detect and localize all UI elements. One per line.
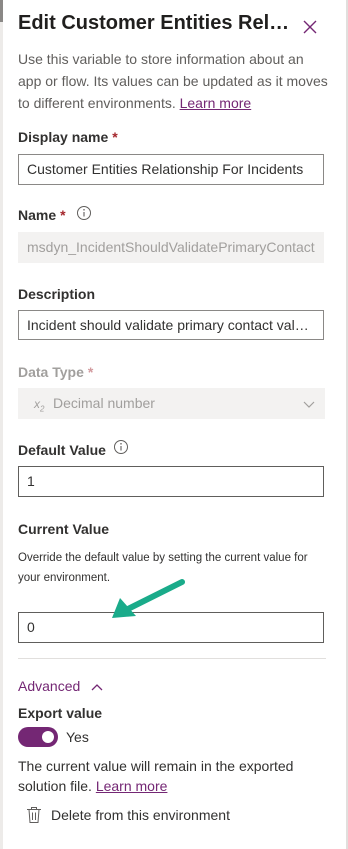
delete-label: Delete from this environment bbox=[51, 807, 230, 823]
advanced-label: Advanced bbox=[18, 678, 81, 694]
decimal-type-icon: x2 bbox=[34, 397, 44, 413]
current-value-label: Current Value bbox=[18, 521, 110, 537]
toggle-knob bbox=[42, 731, 54, 743]
info-icon[interactable] bbox=[76, 205, 92, 221]
chevron-down-icon bbox=[303, 401, 315, 408]
description-text: Use this variable to store information a… bbox=[18, 51, 328, 111]
annotation-arrow bbox=[112, 579, 185, 618]
data-type-label-text: Data Type bbox=[18, 364, 84, 380]
advanced-toggle[interactable]: Advanced bbox=[18, 678, 104, 694]
export-value-label: Export value bbox=[18, 705, 103, 721]
background-tick bbox=[0, 0, 3, 22]
export-value-toggle[interactable] bbox=[18, 727, 58, 747]
type-icon-sub: 2 bbox=[40, 404, 45, 414]
chevron-up-icon bbox=[91, 684, 103, 691]
required-mark: * bbox=[60, 207, 66, 223]
data-type-dropdown: x2 Decimal number bbox=[18, 388, 325, 419]
default-value-label: Default Value bbox=[18, 442, 106, 458]
data-type-label: Data Type * bbox=[18, 364, 93, 380]
close-icon[interactable] bbox=[300, 17, 320, 37]
description-input[interactable]: Incident should validate primary contact… bbox=[18, 310, 324, 340]
learn-more-link[interactable]: Learn more bbox=[180, 95, 252, 111]
data-type-value: Decimal number bbox=[53, 395, 155, 411]
panel-description: Use this variable to store information a… bbox=[18, 48, 328, 114]
export-value-state: Yes bbox=[66, 729, 89, 745]
display-name-input[interactable]: Customer Entities Relationship For Incid… bbox=[18, 154, 324, 185]
display-name-label: Display name * bbox=[18, 129, 118, 145]
name-label-text: Name bbox=[18, 207, 57, 223]
name-label: Name * bbox=[18, 207, 66, 223]
default-value-input[interactable]: 1 bbox=[18, 466, 324, 497]
description-label: Description bbox=[18, 286, 96, 302]
display-name-label-text: Display name bbox=[18, 129, 109, 145]
background-edge bbox=[0, 0, 3, 849]
panel-title: Edit Customer Entities Relationship For … bbox=[18, 12, 293, 34]
info-icon[interactable] bbox=[113, 439, 129, 455]
name-input: msdyn_IncidentShouldValidatePrimaryConta… bbox=[18, 232, 324, 263]
section-divider bbox=[18, 658, 326, 659]
learn-more-link[interactable]: Learn more bbox=[96, 778, 168, 794]
export-note: The current value will remain in the exp… bbox=[18, 756, 318, 796]
required-mark: * bbox=[112, 129, 118, 145]
trash-icon bbox=[27, 807, 41, 823]
required-mark: * bbox=[87, 364, 94, 380]
